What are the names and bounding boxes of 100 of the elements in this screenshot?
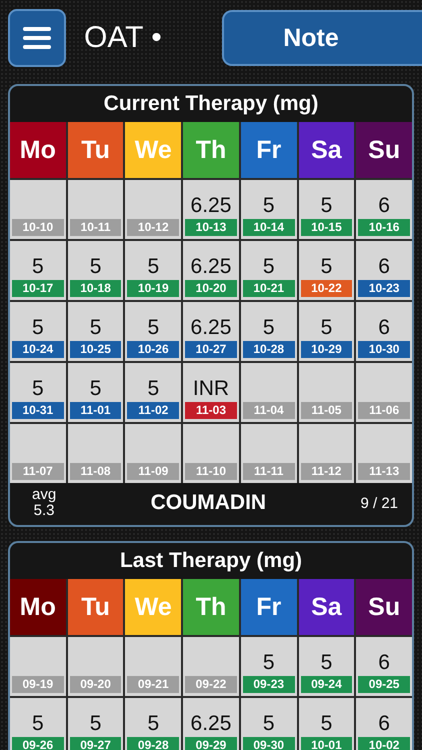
date-label: 10-28 [242, 341, 295, 358]
day-header: Su [356, 122, 412, 178]
dose-value: 5 [320, 315, 332, 341]
dose-value: 6 [378, 254, 390, 280]
dose-value: 5 [32, 711, 44, 737]
day-cell[interactable]: 5 09-23 [240, 637, 297, 696]
date-label: 11-08 [70, 463, 122, 480]
day-cell[interactable]: 5 10-29 [298, 302, 354, 361]
date-label: 10-14 [242, 219, 295, 236]
dose-value: 5 [90, 711, 102, 737]
day-header: We [125, 579, 182, 635]
date-label: 10-26 [127, 341, 180, 358]
date-label: 10-18 [70, 280, 122, 297]
date-label: 11-05 [300, 402, 352, 419]
date-label: 09-29 [185, 737, 237, 750]
day-cell[interactable]: 6.25 10-13 [183, 180, 239, 239]
day-cell[interactable]: 5 09-26 [10, 698, 66, 750]
day-header: Sa [298, 579, 354, 635]
date-label: 09-26 [12, 737, 64, 750]
dose-value: 5 [320, 711, 332, 737]
day-cell[interactable]: 5 11-02 [125, 363, 182, 422]
date-label: 09-19 [12, 676, 64, 693]
day-cell[interactable]: 6 10-23 [356, 241, 412, 300]
day-cell[interactable]: 6 10-16 [356, 180, 412, 239]
date-label: 11-02 [127, 402, 180, 419]
dose-value: 6 [378, 193, 390, 219]
day-cell[interactable]: 5 10-01 [298, 698, 354, 750]
day-cell[interactable]: 5 10-17 [10, 241, 66, 300]
day-cell[interactable]: 5 09-28 [125, 698, 182, 750]
day-cell[interactable]: 5 09-24 [298, 637, 354, 696]
dose-value: 5 [320, 650, 332, 676]
dose-value: 5 [90, 254, 102, 280]
day-header: Th [183, 579, 239, 635]
date-label: 10-02 [358, 737, 410, 750]
date-label: 09-30 [242, 737, 295, 750]
day-header: Mo [10, 579, 66, 635]
day-cell[interactable]: 5 10-31 [10, 363, 66, 422]
date-label: 11-03 [185, 402, 237, 419]
date-label: 10-11 [70, 219, 122, 236]
card-title: Last Therapy (mg) [118, 548, 304, 574]
note-button[interactable]: Note [222, 10, 422, 66]
day-cell[interactable]: 5 10-25 [68, 302, 124, 361]
avg-label: avg [32, 487, 56, 503]
day-cell[interactable]: 5 10-18 [68, 241, 124, 300]
day-cell[interactable]: 6 10-02 [356, 698, 412, 750]
day-cell[interactable]: 5 10-28 [240, 302, 297, 361]
dose-value: 5 [262, 315, 275, 341]
menu-button[interactable] [8, 9, 66, 67]
date-label: 11-09 [127, 463, 180, 480]
date-label: 11-12 [300, 463, 352, 480]
date-label: 10-25 [70, 341, 122, 358]
date-label: 10-29 [300, 341, 352, 358]
day-cell[interactable]: 5 09-27 [68, 698, 124, 750]
date-label: 11-07 [12, 463, 64, 480]
day-cell[interactable]: 5 10-26 [125, 302, 182, 361]
menu-icon [23, 26, 51, 50]
day-header: Fr [240, 579, 297, 635]
day-cell[interactable]: 6 09-25 [356, 637, 412, 696]
day-cell[interactable]: 5 10-19 [125, 241, 182, 300]
day-cell[interactable]: 5 10-24 [10, 302, 66, 361]
dose-value: 5 [147, 376, 160, 402]
date-label: 09-23 [242, 676, 295, 693]
day-cell[interactable]: 6.25 10-20 [183, 241, 239, 300]
day-cell[interactable]: 6 10-30 [356, 302, 412, 361]
day-header: Mo [10, 122, 66, 178]
dose-value: INR [192, 376, 230, 402]
date-label: 09-27 [70, 737, 122, 750]
date-label: 10-22 [300, 280, 352, 297]
day-cell[interactable]: 5 09-30 [240, 698, 297, 750]
day-header: Fr [240, 122, 297, 178]
date-label: 10-23 [358, 280, 410, 297]
date-label: 11-06 [358, 402, 410, 419]
date-label: 11-01 [70, 402, 122, 419]
date-label: 09-24 [300, 676, 352, 693]
dose-value: 5 [90, 315, 102, 341]
date-label: 11-04 [242, 402, 295, 419]
day-cell[interactable]: 5 10-21 [240, 241, 297, 300]
day-cell[interactable]: 6.25 10-27 [183, 302, 239, 361]
dose-value: 5 [147, 254, 160, 280]
dose-value: 5 [32, 376, 44, 402]
date-label: 10-15 [300, 219, 352, 236]
day-cell[interactable]: 5 10-22 [298, 241, 354, 300]
dose-value: 6.25 [190, 711, 232, 737]
dose-value: 6.25 [190, 193, 232, 219]
avg-value: 5.3 [34, 503, 55, 519]
day-cell[interactable]: 5 10-15 [298, 180, 354, 239]
dose-value: 6.25 [190, 315, 232, 341]
day-cell[interactable]: 5 10-14 [240, 180, 297, 239]
dose-value: 6.25 [190, 254, 232, 280]
date-label: 10-10 [12, 219, 64, 236]
day-header: Th [183, 122, 239, 178]
date-label: 10-21 [242, 280, 295, 297]
date-label: 10-01 [300, 737, 352, 750]
day-cell[interactable]: INR 11-03 [183, 363, 239, 422]
dose-value: 5 [262, 650, 275, 676]
day-cell[interactable]: 6.25 09-29 [183, 698, 239, 750]
app-title: OAT • [84, 21, 163, 55]
day-cell[interactable]: 5 11-01 [68, 363, 124, 422]
dose-value: 5 [90, 376, 102, 402]
date-label: 10-19 [127, 280, 180, 297]
